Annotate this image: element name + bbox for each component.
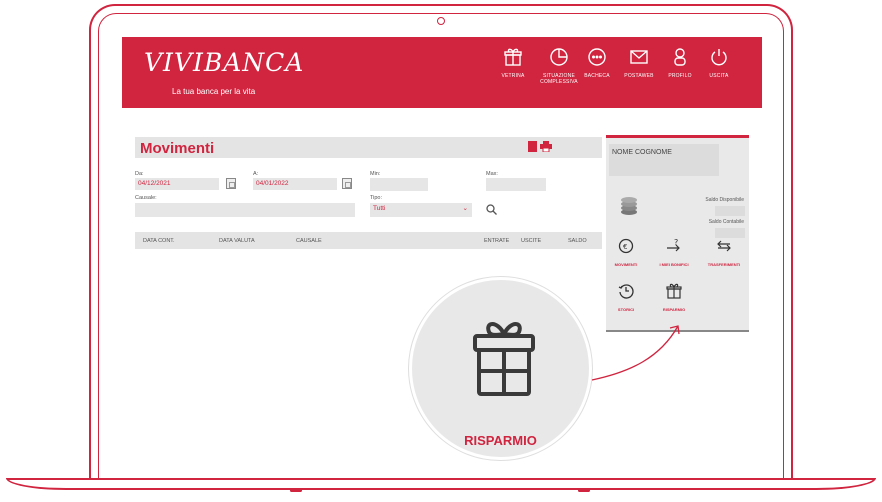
gift-icon bbox=[666, 283, 682, 299]
tipo-selected: Tutti bbox=[373, 205, 386, 212]
da-label: Da: bbox=[135, 171, 144, 177]
account-sidebar: NOME COGNOME Saldo Disponibile Saldo Con… bbox=[606, 135, 749, 332]
saldo-disponibile-value bbox=[715, 206, 745, 216]
euro-history-icon: € bbox=[618, 238, 634, 254]
coins-icon bbox=[621, 197, 637, 215]
page-title: Movimenti bbox=[140, 140, 215, 157]
gift-icon bbox=[473, 322, 535, 396]
chat-icon bbox=[588, 48, 606, 66]
action-storici[interactable]: STORICI bbox=[606, 283, 646, 312]
nav-vetrina[interactable]: VETRINA bbox=[490, 47, 536, 79]
min-amount-input[interactable] bbox=[370, 178, 428, 191]
action-label: TRASFERIMENTI bbox=[707, 262, 741, 267]
calendar-icon[interactable] bbox=[226, 178, 236, 189]
callout-label: RISPARMIO bbox=[464, 433, 537, 448]
user-icon bbox=[674, 48, 686, 66]
header-bar: VIVIBANCA La tua banca per la vita VETRI… bbox=[122, 37, 762, 108]
history-icon bbox=[618, 284, 634, 299]
pdf-export-icon[interactable] bbox=[528, 141, 537, 152]
action-trasferimenti[interactable]: TRASFERIMENTI bbox=[704, 238, 744, 267]
max-label: Max: bbox=[486, 171, 498, 177]
transfer-icon bbox=[717, 240, 731, 252]
col-entrate: ENTRATE bbox=[484, 238, 510, 244]
col-data-valuta: DATA VALUTA bbox=[219, 238, 255, 244]
svg-text:€: € bbox=[623, 243, 627, 251]
transfer-question-icon: ? bbox=[667, 238, 680, 252]
saldo-disponibile-label: Saldo Disponibile bbox=[705, 197, 744, 203]
gift-icon bbox=[504, 48, 522, 66]
col-uscite: USCITE bbox=[521, 238, 542, 244]
print-icon[interactable] bbox=[540, 141, 552, 152]
da-date-input[interactable]: 04/12/2021 bbox=[135, 178, 219, 190]
callout-arrow bbox=[591, 325, 680, 381]
col-saldo: SALDO bbox=[568, 238, 587, 244]
chevron-down-icon: ⌄ bbox=[462, 205, 468, 212]
action-movimenti[interactable]: € MOVIMENTI bbox=[606, 238, 646, 267]
saldo-contabile-label: Saldo Contabile bbox=[708, 219, 744, 225]
brand-logo[interactable]: VIVIBANCA bbox=[144, 48, 304, 77]
causale-input[interactable] bbox=[135, 203, 355, 217]
action-label: I MIEI BONIFICI bbox=[659, 262, 689, 267]
tipo-label: Tipo: bbox=[370, 195, 383, 201]
calendar-icon[interactable] bbox=[342, 178, 352, 189]
causale-label: Causale: bbox=[135, 195, 157, 201]
envelope-icon bbox=[630, 50, 648, 64]
nav-label: VETRINA bbox=[501, 73, 525, 79]
brand-tagline: La tua banca per la vita bbox=[172, 87, 256, 96]
nav-postaweb[interactable]: POSTAWEB bbox=[616, 47, 662, 79]
laptop-mockup: VIVIBANCA La tua banca per la vita VETRI… bbox=[0, 0, 882, 502]
search-icon[interactable] bbox=[486, 204, 497, 215]
max-amount-input[interactable] bbox=[486, 178, 546, 191]
laptop-foot bbox=[578, 489, 590, 492]
min-label: Min: bbox=[370, 171, 381, 177]
saldo-contabile-value bbox=[715, 228, 745, 238]
svg-text:?: ? bbox=[674, 238, 678, 247]
tipo-select[interactable]: Tutti ⌄ bbox=[370, 203, 472, 217]
nav-label: BACHECA bbox=[584, 73, 610, 79]
action-label: MOVIMENTI bbox=[614, 262, 638, 267]
account-holder-name: NOME COGNOME bbox=[609, 144, 719, 176]
camera-icon bbox=[437, 17, 445, 25]
laptop-base bbox=[6, 478, 876, 490]
nav-label: POSTAWEB bbox=[624, 73, 654, 79]
nav-uscita[interactable]: USCITA bbox=[696, 47, 742, 79]
nav-bacheca[interactable]: BACHECA bbox=[574, 47, 620, 79]
risparmio-callout: RISPARMIO bbox=[409, 277, 592, 460]
power-icon bbox=[711, 49, 727, 66]
action-label: STORICI bbox=[617, 307, 635, 312]
col-causale: CAUSALE bbox=[296, 238, 322, 244]
a-label: A: bbox=[253, 171, 259, 177]
a-date-input[interactable]: 04/01/2022 bbox=[253, 178, 337, 190]
nav-label: USCITA bbox=[709, 73, 729, 79]
movimenti-table-header: DATA CONT. DATA VALUTA CAUSALE ENTRATE U… bbox=[135, 232, 602, 249]
laptop-foot bbox=[290, 489, 302, 492]
col-data-cont: DATA CONT. bbox=[143, 238, 175, 244]
pie-chart-icon bbox=[550, 48, 568, 66]
action-bonifici[interactable]: ? I MIEI BONIFICI bbox=[654, 238, 694, 267]
action-label: RISPARMIO bbox=[662, 307, 686, 312]
action-risparmio[interactable]: RISPARMIO bbox=[654, 283, 694, 312]
